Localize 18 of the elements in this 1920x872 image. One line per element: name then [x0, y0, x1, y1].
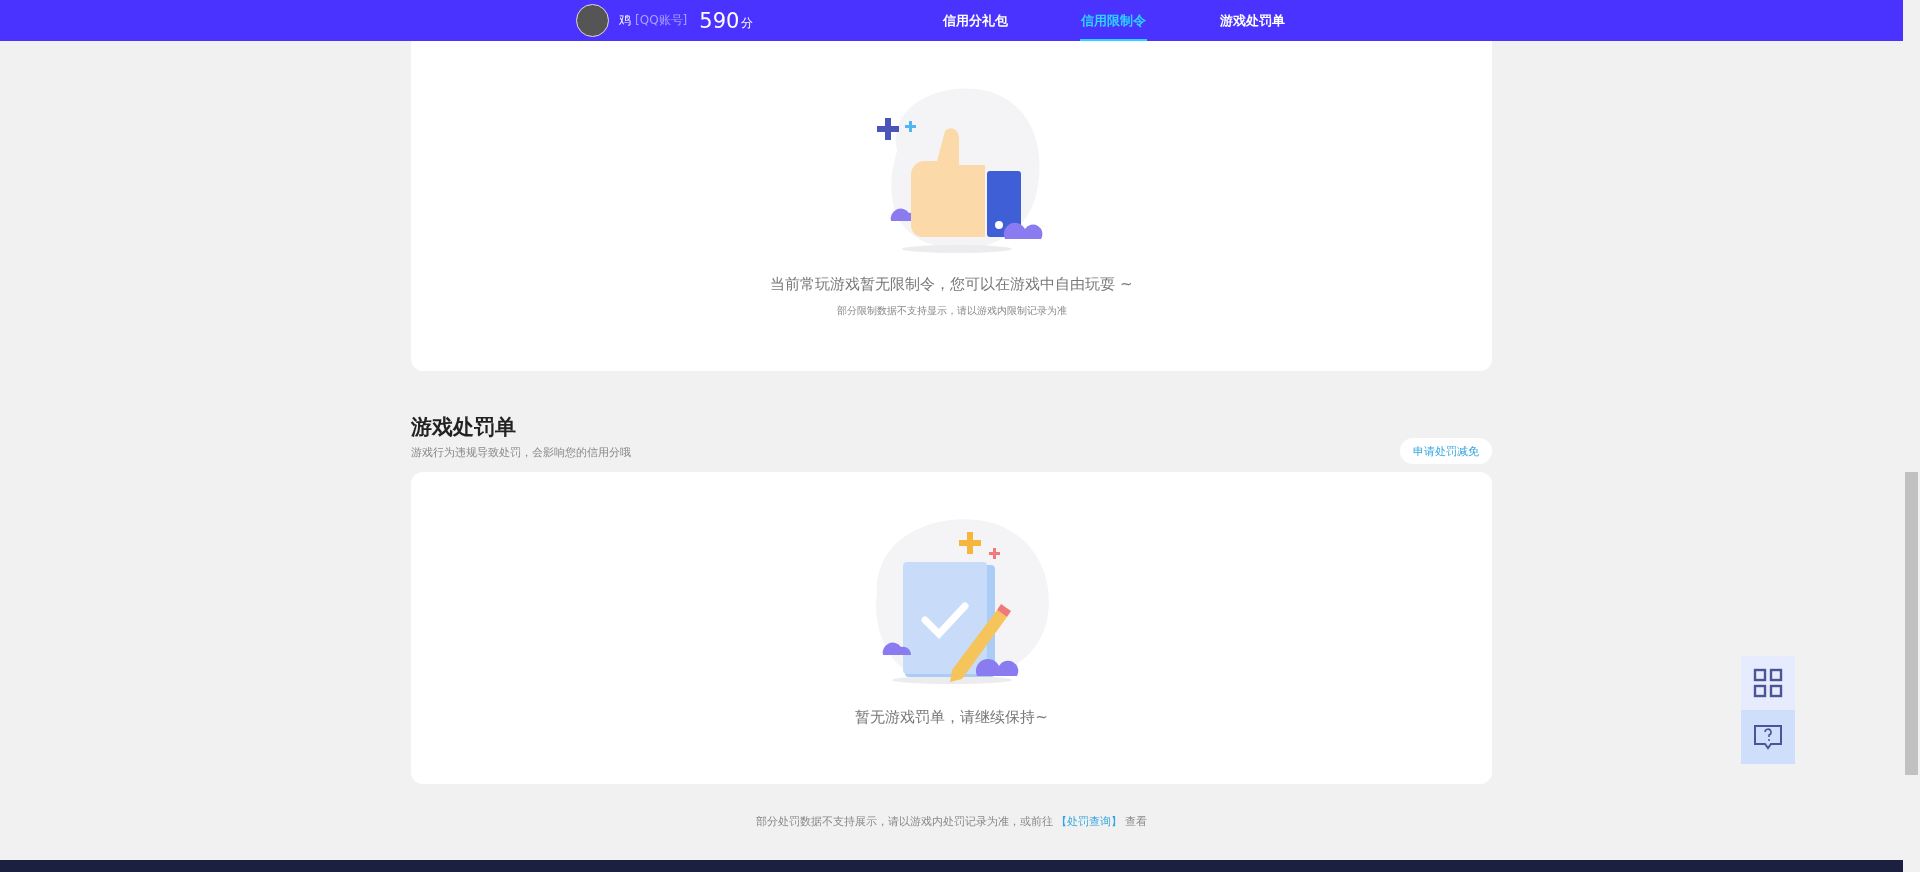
penalty-query-link[interactable]: 【处罚查询】	[1056, 815, 1123, 828]
nav-tab[interactable]: 信用限制令	[1080, 0, 1147, 41]
score-unit: 分	[741, 14, 754, 32]
empty-message: 暂无游戏罚单，请继续保持~	[855, 708, 1048, 727]
note-text: 部分限制数据不支持显示，请以游戏内限制记录为准	[836, 304, 1067, 318]
nav-tab[interactable]: 信用分礼包	[906, 0, 1044, 41]
avatar	[576, 4, 609, 37]
empty-message: 当前常玩游戏暂无限制令，您可以在游戏中自由玩耍 ~	[770, 275, 1133, 294]
feedback-button[interactable]	[1741, 710, 1795, 764]
footer-note: 部分处罚数据不支持展示，请以游戏内处罚记录为准，或前往 【处罚查询】 查看	[754, 814, 1149, 829]
user-name: 鸡	[619, 12, 631, 29]
credit-score: 590	[699, 8, 740, 33]
nav-tab[interactable]: 游戏处罚单	[1183, 0, 1321, 41]
question-bubble-icon	[1753, 722, 1783, 752]
appeal-button[interactable]: 申请处罚减免	[1400, 438, 1492, 464]
account-label: [QQ账号]	[635, 12, 688, 29]
section-title: 游戏处罚单	[411, 414, 517, 441]
section-subtitle: 游戏行为违规导致处罚，会影响您的信用分哦	[411, 445, 631, 460]
